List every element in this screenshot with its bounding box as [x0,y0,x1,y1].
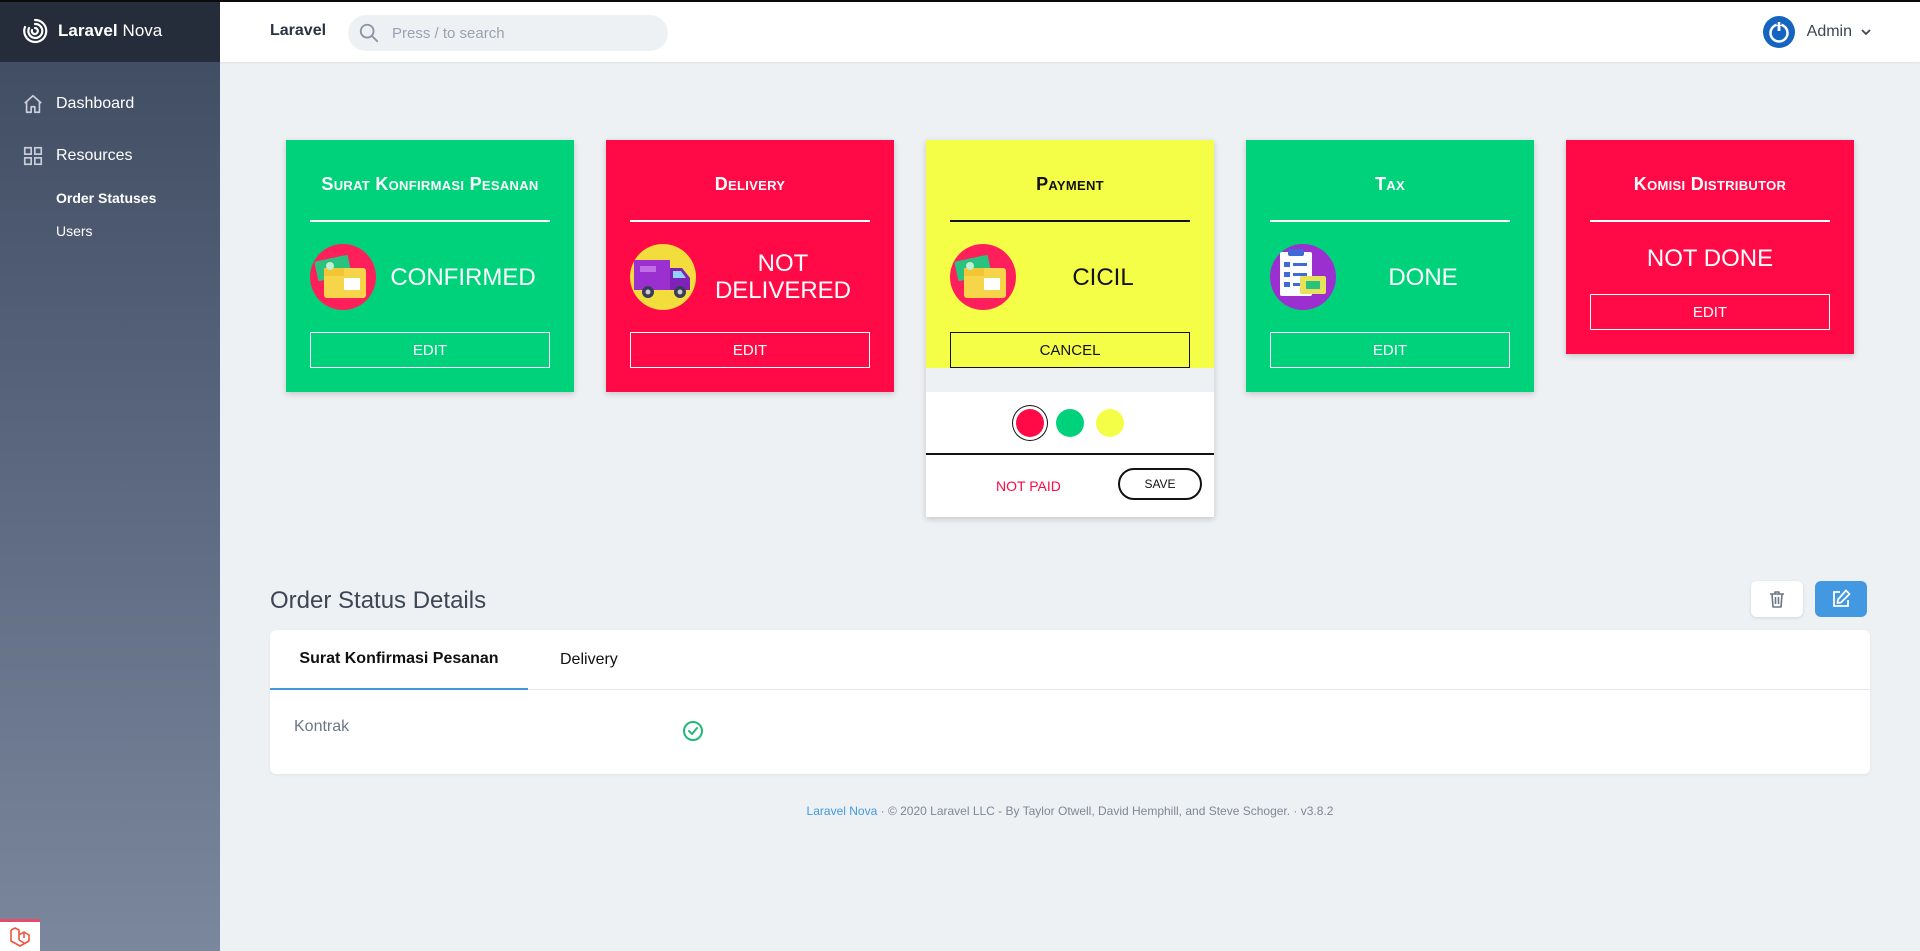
brand[interactable]: Laravel Nova [0,0,220,62]
edit-button[interactable]: EDIT [630,332,870,368]
selected-status-label[interactable]: NOT PAID [996,478,1061,494]
search-icon [359,23,379,43]
delivery-truck-icon [630,244,696,310]
save-button[interactable]: SAVE [1118,468,1202,500]
user-name: Admin [1806,23,1852,40]
search-input[interactable] [392,24,632,42]
app-name[interactable]: Laravel [270,22,326,40]
sidebar-item-label: Resources [56,147,133,164]
card-title: Tax [1375,174,1405,194]
brand-name-bold: Laravel [58,21,118,40]
card-title: Komisi Distributor [1633,174,1787,194]
edit-button[interactable]: EDIT [1590,294,1830,330]
nova-logo-icon [23,18,48,44]
avatar [1762,16,1795,48]
field-label-kontrak: Kontrak [294,718,350,735]
sidebar-item-order-statuses[interactable]: Order Statuses [56,190,156,206]
color-swatch-yellow[interactable] [1096,408,1124,437]
money-folder-icon [950,244,1016,310]
status-card-komisi-distributor: Komisi Distributor NOT DONE EDIT [1566,140,1854,354]
sidebar-item-resources[interactable]: Resources [0,144,132,168]
edit-resource-button[interactable] [1815,581,1867,617]
sidebar: Laravel Nova Dashboard Resources Order S… [0,0,220,951]
top-border [0,0,1920,2]
brand-name-light: Nova [122,21,163,40]
tab-delivery[interactable]: Delivery [560,630,618,690]
grid-icon [23,146,43,166]
sidebar-item-users[interactable]: Users [56,223,93,239]
money-folder-icon [310,244,376,310]
color-picker [926,392,1214,455]
edit-button[interactable]: EDIT [1270,332,1510,368]
color-swatch-green[interactable] [1056,408,1084,437]
delete-button[interactable] [1751,581,1803,617]
user-menu[interactable]: Admin [1762,16,1872,48]
status-picker-popup: NOT PAID SAVE [926,392,1214,517]
trash-icon [1770,591,1784,608]
card-status: CONFIRMED [390,263,536,291]
card-title: Surat Konfirmasi Pesanan [321,174,539,194]
color-swatch-red[interactable] [1016,408,1044,437]
card-title: Delivery [714,174,786,194]
page-title: Order Status Details [270,587,487,614]
status-card-payment: Payment CICIL CANCEL NOT PAID SAVE [926,140,1214,517]
edit-button[interactable]: EDIT [310,332,550,368]
card-title: Payment [1036,174,1104,194]
card-status: NOT DELIVERED [714,250,852,304]
tab-bar: Surat Konfirmasi Pesanan Delivery [270,630,1870,690]
check-circle-icon [683,721,703,741]
status-card-tax: Tax DONE EDIT [1246,140,1534,392]
cancel-button[interactable]: CANCEL [950,332,1190,368]
footer-text: · © 2020 Laravel LLC - By Taylor Otwell,… [880,804,1334,818]
footer-link[interactable]: Laravel Nova [807,804,878,818]
chevron-down-icon [1861,29,1871,36]
tab-surat-konfirmasi-pesanan[interactable]: Surat Konfirmasi Pesanan [270,630,528,690]
home-icon [24,94,42,114]
edit-icon [1833,589,1851,607]
card-status: NOT DONE [1646,244,1774,272]
laravel-icon [10,926,30,947]
footer: Laravel Nova · © 2020 Laravel LLC - By T… [220,804,1920,818]
header: Laravel Admin [220,2,1920,62]
status-card-delivery: Delivery NOT DELIVERED EDIT [606,140,894,392]
details-panel: Surat Konfirmasi Pesanan Delivery Kontra… [270,630,1870,774]
card-status: DONE [1388,263,1458,291]
status-card-surat-konfirmasi: Surat Konfirmasi Pesanan CONFIRMED EDIT [286,140,574,392]
laravel-logo[interactable] [0,919,40,951]
card-status: CICIL [1072,263,1134,291]
clipboard-checklist-icon [1270,244,1336,310]
global-search[interactable] [348,15,668,51]
sidebar-item-dashboard[interactable]: Dashboard [0,92,134,116]
sidebar-item-label: Dashboard [56,95,135,112]
